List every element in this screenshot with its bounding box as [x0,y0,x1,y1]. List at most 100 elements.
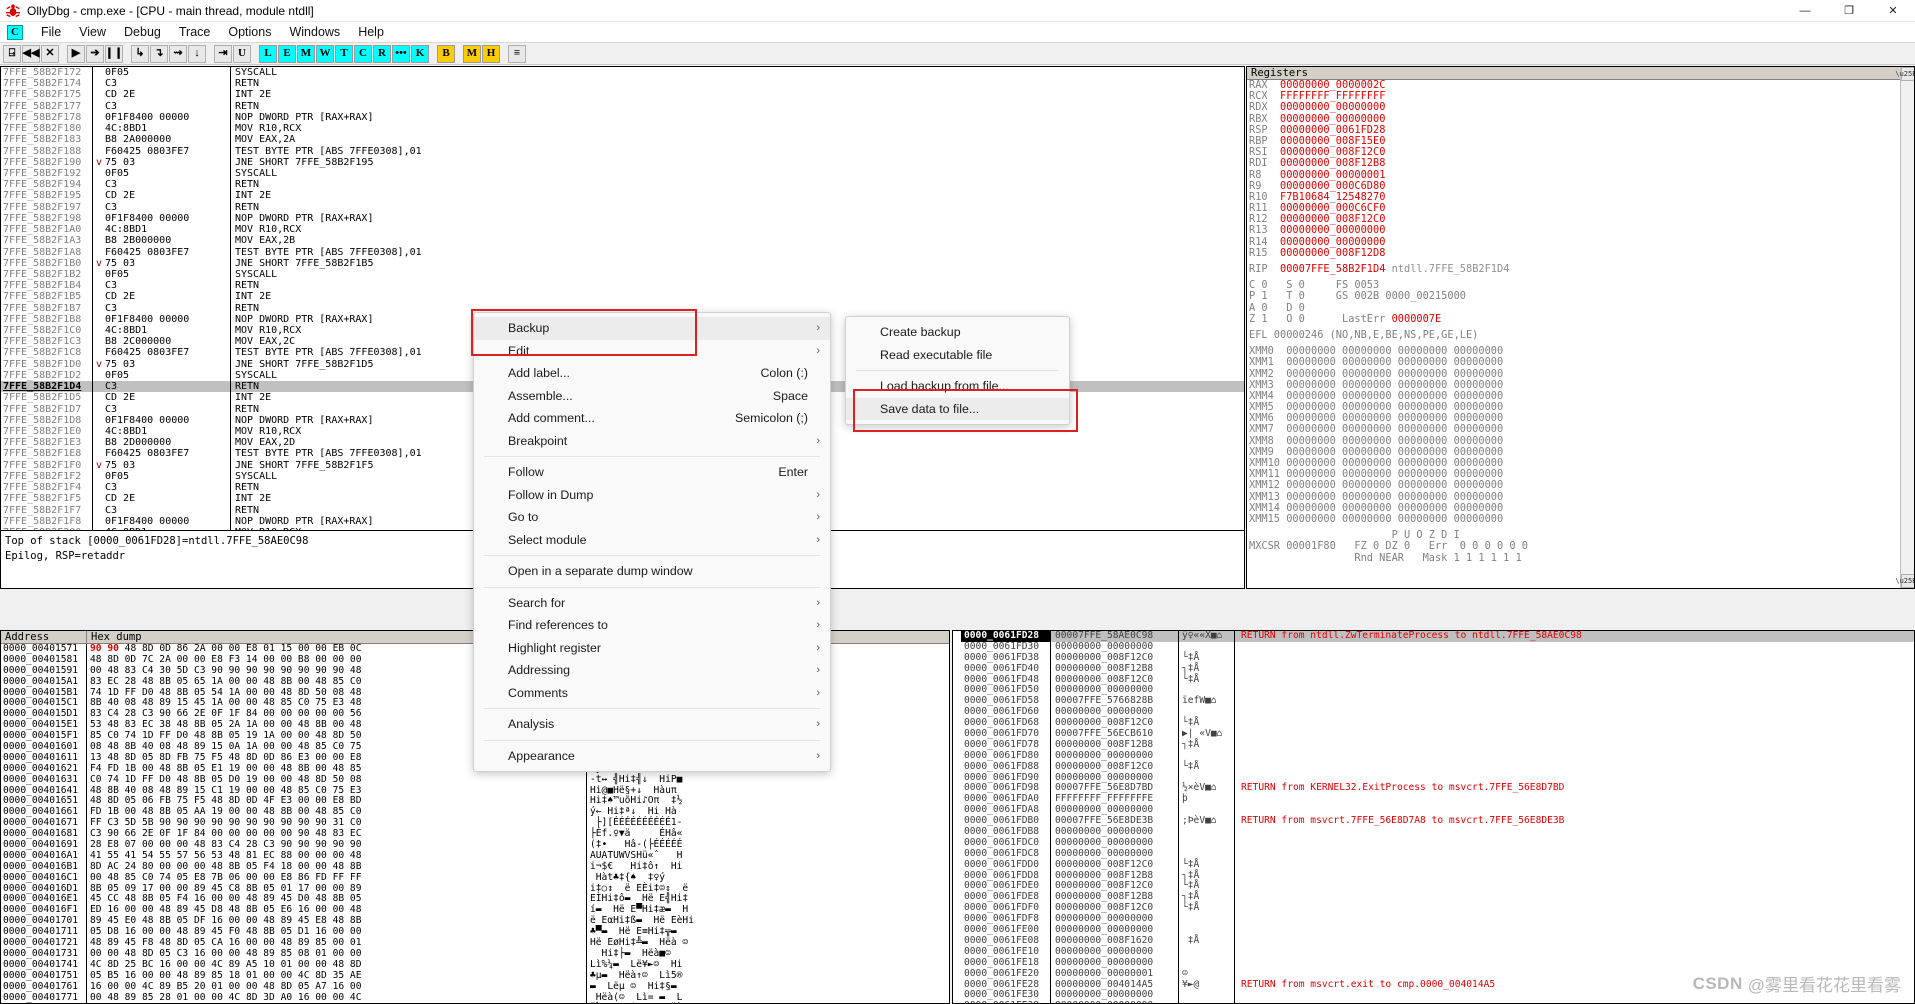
scroll-up-icon[interactable]: \u25B2 [1895,67,1914,81]
log-window-button[interactable]: L [259,44,277,63]
disassembly-row[interactable]: 7FFE_58B2F180 4C:8BD1 MOV R10,RCX [1,123,1244,135]
disassembly-row[interactable]: 7FFE_58B2F177 C3 RETN [1,100,1244,112]
context-menu-item-analysis[interactable]: Analysis › [474,713,830,736]
pause-button[interactable]: ❙❙ [105,44,123,63]
patches-button[interactable]: ••• [392,44,410,63]
context-menu-item-addressing[interactable]: Addressing › [474,659,830,682]
disassembly-row[interactable]: 7FFE_58B2F195 CD 2E INT 2E [1,190,1244,202]
executable-modules-button[interactable]: E [278,44,296,63]
context-menu-item-select-module[interactable]: Select module › [474,529,830,552]
context-menu-item-add-comment[interactable]: Add comment... Semicolon (;) [474,407,830,430]
disassembly-row[interactable]: 7FFE_58B2F194 C3 RETN [1,179,1244,191]
menu-options[interactable]: Options [219,22,280,42]
disassembly-row[interactable]: 7FFE_58B2F1A3 B8 2B000000 MOV EAX,2B [1,235,1244,247]
stack-row[interactable]: 0000_0061FDD0 00000000_008F12C0 └‡Å [961,859,1914,871]
context-menu-item-go-to[interactable]: Go to › [474,506,830,529]
stack-ascii [1179,837,1235,849]
context-menu-item-open-in-a-separate-dump-window[interactable]: Open in a separate dump window [474,560,830,583]
registers-scrollbar[interactable]: \u25B2 \u25BC [1895,67,1914,588]
run-trace-button[interactable]: R [373,44,391,63]
disassembly-row[interactable]: 7FFE_58B2F192 0F05 SYSCALL [1,167,1244,180]
stack-row[interactable]: 0000_0061FE18 00000000_00000000 [961,957,1914,969]
submenu-item-load-backup-from-file[interactable]: Load backup from file... [846,375,1069,398]
context-menu[interactable]: Backup › Edit › Add label... Colon (:) Assembl… [473,312,831,772]
stack-row[interactable]: 0000_0061FD40 00000000_008F12B8 ┐‡Å [961,663,1914,675]
context-menu-item-follow-in-dump[interactable]: Follow in Dump › [474,484,830,507]
menu-file[interactable]: File [32,22,70,42]
menu-windows[interactable]: Windows [280,22,349,42]
disassembly-row[interactable]: 7FFE_58B2F190 v 75 03 JNE SHORT 7FFE_58B2F1… [1,156,1244,168]
submenu-item-save-data-to-file[interactable]: Save data to file... [846,397,1069,420]
open-file-button[interactable]: ⍈ [3,44,21,63]
disassembly-row[interactable]: 7FFE_58B2F1B5 CD 2E INT 2E [1,291,1244,303]
submenu-item-create-backup[interactable]: Create backup [846,321,1069,344]
context-menu-item-follow[interactable]: Follow Enter [474,461,830,484]
dump-row[interactable]: 0000_00401761 16 00 00 4C 89 B5 20 01 00 … [1,981,949,993]
trace-into-button[interactable]: ⇝ [169,44,187,63]
menu-trace[interactable]: Trace [170,22,220,42]
context-menu-item-edit[interactable]: Edit › [474,340,830,363]
threads-window-button[interactable]: T [335,44,353,63]
disassembly-row[interactable]: 7FFE_58B2F1B0 v 75 03 JNE SHORT 7FFE_58B2F1… [1,257,1244,269]
disassembly-row[interactable]: 7FFE_58B2F172 0F05 SYSCALL [1,67,1244,79]
step-over-button[interactable]: ↴ [150,44,168,63]
stack-rows[interactable]: 0000_0061FD28 00007FFE_58AE0C98 ÿ♀««X■⌂ RET… [961,631,1914,1003]
dump-row[interactable]: 0000_004016C1 00 48 85 C0 74 05 E8 7B 06 … [1,872,949,884]
trace-over-button[interactable]: ↓ [188,44,206,63]
menu-help[interactable]: Help [349,22,393,42]
disassembly-row[interactable]: 7FFE_58B2F178 0F1F8400 00000 NOP DWORD PTR… [1,111,1244,124]
context-menu-item-find-references-to[interactable]: Find references to › [474,614,830,637]
run-thread-button[interactable]: ➔ [86,44,104,63]
breakpoints-button[interactable]: B [437,44,455,63]
context-menu-item-highlight-register[interactable]: Highlight register › [474,637,830,660]
dump-row[interactable]: 0000_00401631 C0 74 1D FF D0 48 8B 05 D0 … [1,774,949,786]
disassembly-row[interactable]: 7FFE_58B2F197 C3 RETN [1,201,1244,213]
context-menu-item-breakpoint[interactable]: Breakpoint › [474,430,830,453]
context-menu-item-assemble[interactable]: Assemble... Space [474,385,830,408]
jump-marker-icon [93,347,105,358]
disassembly-row[interactable]: 7FFE_58B2F188 F60425 0803FE7 TEST BYTE PTR… [1,145,1244,157]
stack-comment [1235,653,1241,664]
registers-panel[interactable]: Registers RAX 00000000_0000002C RCX FFFFF… [1246,66,1915,589]
disassembly-row[interactable]: 7FFE_58B2F175 CD 2E INT 2E [1,89,1244,101]
submenu-item-read-executable-file[interactable]: Read executable file [846,344,1069,367]
context-menu-item-add-label[interactable]: Add label... Colon (:) [474,362,830,385]
close-program-button[interactable]: ✕ [41,44,59,63]
dump-row[interactable]: 0000_00401751 05 B5 16 00 00 48 89 85 18 … [1,970,949,982]
disassembly-row[interactable]: 7FFE_58B2F1B4 C3 RETN [1,280,1244,292]
minimize-button[interactable]: — [1783,0,1827,22]
maximize-button[interactable]: ❐ [1827,0,1871,22]
user-code-button[interactable]: U [233,44,251,63]
disassembly-row[interactable]: 7FFE_58B2F1A0 4C:8BD1 MOV R10,RCX [1,224,1244,236]
menu-debug[interactable]: Debug [115,22,170,42]
context-menu-item-search-for[interactable]: Search for › [474,592,830,615]
memory-breakpoints-button[interactable]: M [463,44,481,63]
run-button[interactable]: ▶ [67,44,85,63]
disassembly-row[interactable]: 7FFE_58B2F183 B8 2A000000 MOV EAX,2A [1,134,1244,146]
stack-address: 0000_0061FD88 [961,761,1051,773]
context-menu-item-comments[interactable]: Comments › [474,682,830,705]
context-menu-item-appearance[interactable]: Appearance › [474,745,830,768]
watches-window-button[interactable]: W [316,44,334,63]
close-button[interactable]: ✕ [1871,0,1915,22]
disassembly-row[interactable]: 7FFE_58B2F174 C3 RETN [1,78,1244,90]
disassembly-mnemonic: MOV R10,RCX [235,224,302,236]
options-window-button[interactable]: ≡ [508,44,526,63]
context-submenu-backup[interactable]: Create backup Read executable file Load ba… [845,316,1070,425]
execute-till-return-button[interactable]: ⇥ [214,44,232,63]
disassembly-row[interactable]: 7FFE_58B2F1A8 F60425 0803FE7 TEST BYTE PTR… [1,246,1244,258]
disassembly-row[interactable]: 7FFE_58B2F1B2 0F05 SYSCALL [1,268,1244,281]
call-stack-button[interactable]: K [411,44,429,63]
restart-button[interactable]: ◀◀ [22,44,40,63]
stack-panel[interactable]: 0000_0061FD28 00007FFE_58AE0C98 ÿ♀««X■⌂ RET… [952,630,1915,1004]
hardware-breakpoints-button[interactable]: H [482,44,500,63]
context-menu-item-backup[interactable]: Backup › [474,317,830,340]
memory-map-button[interactable]: M [297,44,315,63]
menu-view[interactable]: View [70,22,115,42]
step-into-button[interactable]: ↳ [131,44,149,63]
cpu-window-button[interactable]: C [354,44,372,63]
scroll-down-icon[interactable]: \u25BC [1895,574,1914,588]
stack-row[interactable]: 0000_0061FD88 00000000_008F12C0 └‡Å [961,761,1914,773]
disassembly-row[interactable]: 7FFE_58B2F198 0F1F8400 00000 NOP DWORD PTR… [1,212,1244,225]
disassembly-address: 7FFE_58B2F1A0 [1,224,93,236]
